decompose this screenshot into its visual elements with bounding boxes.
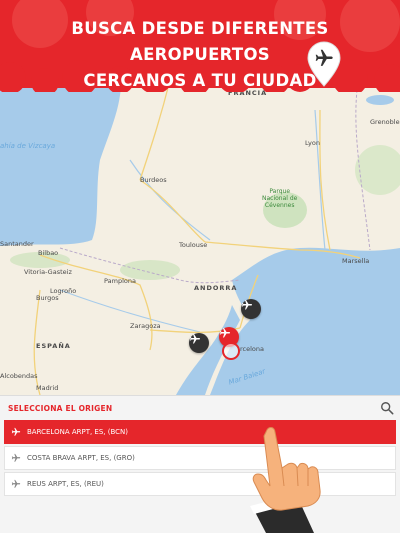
label-andorra: ANDORRA [194,284,238,292]
label-madrid: Madrid [36,384,59,392]
label-burgos: Burgos [36,294,59,302]
airplane-icon [11,427,21,436]
app-screen: FRANCIA ahía de Vizcaya Burdeos Lyon Gre… [0,0,400,533]
pointing-hand-illustration [250,427,321,533]
airport-option-label: COSTA BRAVA ARPT, ES, (GRO) [27,454,135,462]
touch-indicator [222,342,240,360]
airport-marker-reus[interactable] [189,333,209,353]
airplane-icon [11,479,21,488]
airplane-icon [242,300,252,310]
label-pamplona: Pamplona [104,277,136,285]
label-bilbao: Bilbao [38,249,59,257]
label-bordeaux: Burdeos [140,176,167,184]
panel-title: SELECCIONA EL ORIGEN [8,404,113,413]
label-grenoble: Grenoble [370,118,400,126]
label-golfo: ahía de Vizcaya [0,142,56,150]
airplane-icon [220,328,230,338]
airport-option-label: REUS ARPT, ES, (REU) [27,480,104,488]
search-icon[interactable] [380,401,394,415]
airport-option-label: BARCELONA ARPT, ES, (BCN) [27,428,129,436]
label-park: Parque Nacional de Cévennes [262,188,298,209]
label-vitoria: Vitoria-Gasteiz [24,268,72,276]
label-alcobendas: Alcobendas [0,372,38,380]
label-santander: Santander [0,240,34,248]
airplane-icon [11,453,21,462]
label-lyon: Lyon [305,139,320,147]
label-toulouse: Toulouse [179,241,208,249]
label-barcelona: rcelona [240,345,264,353]
airplane-icon [190,334,200,344]
label-zaragoza: Zaragoza [130,322,161,330]
map-view[interactable]: FRANCIA ahía de Vizcaya Burdeos Lyon Gre… [0,70,400,395]
airport-marker-girona[interactable] [241,299,261,319]
location-pin-icon [307,41,341,87]
label-espana: ESPAÑA [36,342,71,350]
label-marseille: Marsella [342,257,370,265]
